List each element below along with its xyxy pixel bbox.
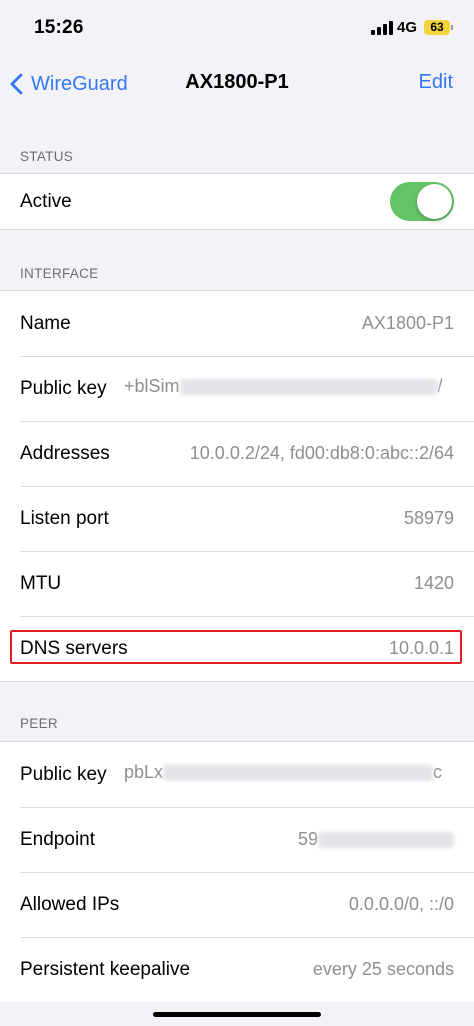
endpoint-row[interactable]: Endpoint 59 <box>0 807 474 872</box>
allowed-ips-row[interactable]: Allowed IPs 0.0.0.0/0, ::/0 <box>0 872 474 937</box>
peer-public-key-visible: pbLx <box>124 762 164 782</box>
battery-icon: 63 <box>424 20 450 35</box>
section-header-peer: PEER <box>20 716 58 731</box>
edit-button[interactable]: Edit <box>419 71 453 94</box>
peer-public-key-row[interactable]: Public key pbLx c <box>0 742 474 807</box>
network-type: 4G <box>397 19 418 36</box>
status-bar: 15:26 4G 63 <box>0 0 474 56</box>
interface-public-key-tail: / <box>437 376 443 396</box>
listen-port-label: Listen port <box>20 507 109 529</box>
name-label: Name <box>20 312 71 334</box>
interface-group: Name AX1800-P1 Public key +blSim / Addres… <box>0 290 474 682</box>
allowed-ips-label: Allowed IPs <box>20 893 120 915</box>
interface-public-key-visible: +blSim <box>124 376 180 396</box>
battery-level: 63 <box>430 20 444 34</box>
mtu-row[interactable]: MTU 1420 <box>0 551 474 616</box>
redacted-blur <box>318 832 454 849</box>
home-indicator <box>153 1012 321 1017</box>
addresses-label: Addresses <box>20 442 110 464</box>
name-row[interactable]: Name AX1800-P1 <box>0 291 474 356</box>
active-label: Active <box>20 190 72 212</box>
page-title: AX1800-P1 <box>185 71 289 93</box>
battery-tip <box>451 25 453 30</box>
name-value: AX1800-P1 <box>361 313 454 333</box>
addresses-value: 10.0.0.2/24, fd00:db8:0:abc::2/64 <box>189 443 454 463</box>
active-toggle[interactable] <box>390 182 454 221</box>
redacted-blur <box>179 379 438 396</box>
persistent-keepalive-value: every 25 seconds <box>312 959 454 979</box>
navigation-bar: WireGuard AX1800-P1 Edit <box>0 56 474 112</box>
endpoint-visible: 59 <box>297 829 318 849</box>
mtu-label: MTU <box>20 572 62 594</box>
toggle-knob <box>417 184 452 219</box>
endpoint-label: Endpoint <box>20 828 96 850</box>
highlight-box <box>10 630 462 664</box>
persistent-keepalive-row[interactable]: Persistent keepalive every 25 seconds <box>0 937 474 1002</box>
interface-public-key-value: +blSim / <box>124 376 454 397</box>
section-header-status: STATUS <box>20 149 74 164</box>
addresses-row[interactable]: Addresses 10.0.0.2/24, fd00:db8:0:abc::2… <box>0 421 474 486</box>
endpoint-value: 59 <box>298 829 454 850</box>
active-row: Active <box>0 174 474 229</box>
peer-public-key-tail: c <box>433 762 443 782</box>
peer-group: Public key pbLx c Endpoint 59 Allowed IPs… <box>0 741 474 1002</box>
listen-port-row[interactable]: Listen port 58979 <box>0 486 474 551</box>
peer-public-key-value: pbLx c <box>124 762 454 783</box>
persistent-keepalive-label: Persistent keepalive <box>20 958 191 980</box>
listen-port-value: 58979 <box>403 508 454 528</box>
interface-public-key-row[interactable]: Public key +blSim / <box>0 356 474 421</box>
interface-public-key-label: Public key <box>20 377 107 399</box>
signal-icon <box>371 21 393 35</box>
redacted-blur <box>163 765 434 782</box>
section-header-interface: INTERFACE <box>20 266 99 281</box>
clock: 15:26 <box>34 17 84 38</box>
status-group: Active <box>0 173 474 230</box>
peer-public-key-label: Public key <box>20 763 107 785</box>
mtu-value: 1420 <box>413 573 454 593</box>
allowed-ips-value: 0.0.0.0/0, ::/0 <box>348 894 454 914</box>
